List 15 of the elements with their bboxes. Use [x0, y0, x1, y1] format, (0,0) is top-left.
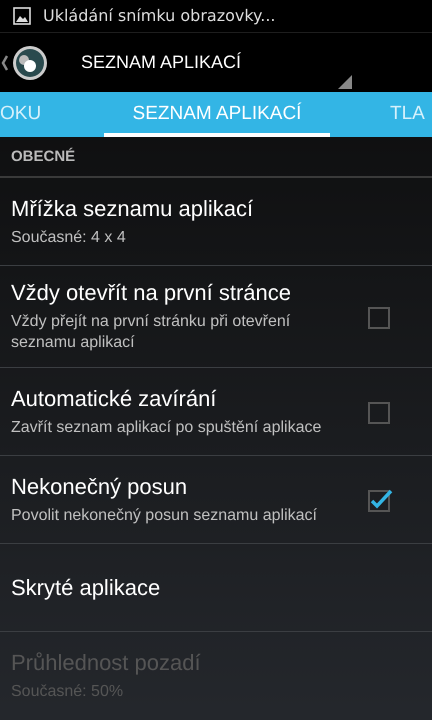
- setting-title[interactable]: Automatické zavírání: [11, 386, 367, 412]
- setting-summary: Zavřít seznam aplikací po spuštění aplikace: [11, 418, 322, 438]
- setting-title[interactable]: Skryté aplikace: [11, 574, 421, 600]
- setting-title[interactable]: Nekonečný posun: [11, 474, 367, 500]
- setting-title[interactable]: Mřížka seznamu aplikací: [11, 196, 421, 222]
- back-app-icon[interactable]: [0, 44, 50, 82]
- setting-summary: Vždy přejít na první stránku při otevření seznamu aplikací: [11, 312, 292, 353]
- setting-title[interactable]: Vždy otevřít na první stránce: [11, 280, 367, 306]
- setting-summary: Současné: 4 x 4: [11, 228, 127, 248]
- spinner-corner-icon: [338, 74, 352, 89]
- section-header: OBECNÉ: [0, 136, 432, 178]
- spinner-title[interactable]: SEZNAM APLIKACÍ: [81, 52, 242, 74]
- setting-summary: Povolit nekonečný posun seznamu aplikací: [11, 506, 318, 526]
- notification-text: Ukládání snímku obrazovky...: [43, 6, 276, 26]
- image-icon: [13, 6, 31, 25]
